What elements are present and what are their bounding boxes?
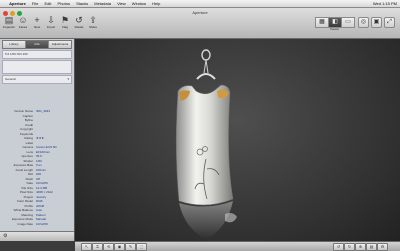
metadata-key: Image Date xyxy=(17,221,33,226)
menu-stacks[interactable]: Stacks xyxy=(76,0,88,7)
metadata-preset-value: General xyxy=(5,77,16,81)
inspector-footer: ⚙ xyxy=(0,231,74,241)
tab-adjustments[interactable]: Adjustments xyxy=(49,41,71,48)
share-icon: ⇪ xyxy=(89,15,97,25)
import-icon: ⇩ xyxy=(47,15,55,25)
plus-icon: + xyxy=(34,15,40,25)
menu-status-area: Wed 1:15 PM xyxy=(369,0,397,7)
fullscreen-button[interactable]: ⤢ xyxy=(384,17,395,28)
toolbar-rotate-button[interactable]: ↺ Rotate xyxy=(72,15,86,29)
hud-icon: ▣ xyxy=(373,19,380,25)
crop-tool-icon: ⌗ xyxy=(96,244,99,249)
clock[interactable]: Wed 1:15 PM xyxy=(373,1,397,6)
window-toolbar: Aperture ▤ Inspector ☺ Faces + New ⇩ Imp… xyxy=(0,8,400,39)
menu-help[interactable]: Help xyxy=(152,0,160,7)
inspector-tabs: Library Info Adjustments xyxy=(2,40,72,49)
toolbar-import-button[interactable]: ⇩ Import xyxy=(44,15,58,29)
tab-library[interactable]: Library xyxy=(3,41,26,48)
chevron-down-icon: ▾ xyxy=(67,77,69,81)
menu-view[interactable]: View xyxy=(117,0,126,7)
viewer-icon: ▭ xyxy=(345,19,351,25)
menu-file[interactable]: File xyxy=(32,0,38,7)
toolbar-import-label: Import xyxy=(46,25,56,29)
loupe-button[interactable]: ◎ xyxy=(358,17,369,28)
menu-metadata[interactable]: Metadata xyxy=(94,0,111,7)
lift-stamp-icon: ⬚ xyxy=(139,244,144,249)
toolbar-faces-button[interactable]: ☺ Faces xyxy=(16,15,30,29)
tab-info[interactable]: Info xyxy=(26,41,49,48)
view-mode-segmented-control: ▦ ◧ ▭ xyxy=(315,17,355,28)
menu-photos[interactable]: Photos xyxy=(58,0,70,7)
metadata-preset-select[interactable]: General ▾ xyxy=(2,75,72,84)
photo-image xyxy=(175,49,237,239)
toolbar-flag-button[interactable]: ⚑ Flag xyxy=(58,15,72,29)
action-menu-icon[interactable]: ⚙ xyxy=(3,233,7,239)
redeye-tool-icon: ◉ xyxy=(117,244,122,249)
fullscreen-icon: ⤢ xyxy=(387,19,392,25)
view-viewer-button[interactable]: ▭ xyxy=(341,17,355,28)
menu-window[interactable]: Window xyxy=(132,0,146,7)
view-browser-button[interactable]: ▦ xyxy=(315,17,329,28)
inbox-icon: ▤ xyxy=(4,15,14,25)
rotate-right-icon: ↻ xyxy=(347,244,352,249)
brush-tool-icon: ✎ xyxy=(128,244,133,249)
view-mode-label: Viewer xyxy=(330,27,340,31)
inspector-panel: Library Info Adjustments 5.6 1/60 ISO 20… xyxy=(0,39,75,241)
loupe-icon: ◎ xyxy=(360,19,367,25)
metadata-row[interactable]: Image Date 10/12/09 xyxy=(3,222,71,227)
arrow-tool-icon: ↖ xyxy=(84,244,89,249)
image-viewer[interactable] xyxy=(75,39,400,241)
toolbar-new-label: New xyxy=(33,25,40,29)
metadata-value[interactable]: 10/12/09 xyxy=(33,222,48,227)
menu-bar: Aperture File Edit Photos Stacks Metadat… xyxy=(0,0,400,8)
flag-icon: ⚑ xyxy=(60,15,70,25)
zoom-icon: ⊕ xyxy=(358,244,363,249)
toolbar-inspector-button[interactable]: ▤ Inspector xyxy=(2,15,16,29)
grid-icon: ▦ xyxy=(319,19,325,25)
settings-icon: ⚙ xyxy=(380,244,385,249)
metadata-list: Version Name IMG_3024 Caption Byline Credit C… xyxy=(3,109,71,226)
toolbar-rotate-label: Rotate xyxy=(74,25,84,29)
rotate-left-icon: ↺ xyxy=(75,15,83,25)
menu-edit[interactable]: Edit xyxy=(45,0,52,7)
toolbar-inspector-label: Inspector xyxy=(2,25,16,29)
camera-info-readout: 5.6 1/60 ISO 200 xyxy=(2,50,72,59)
camera-info-text: 5.6 1/60 ISO 200 xyxy=(5,52,28,56)
toolbar-new-button[interactable]: + New xyxy=(30,15,44,29)
camera-info-panel xyxy=(2,60,72,74)
toolbar-flag-label: Flag xyxy=(62,25,68,29)
metadata-value[interactable]: ★★★ xyxy=(33,136,44,141)
metadata-value[interactable]: IMG_3024 xyxy=(33,109,50,114)
toolbar-share-label: Share xyxy=(88,25,97,29)
hud-button[interactable]: ▣ xyxy=(371,17,382,28)
rotate-left-icon: ↺ xyxy=(336,244,341,249)
pendant-bail xyxy=(201,49,211,61)
straighten-tool-icon: ⟲ xyxy=(106,244,111,249)
toolbar-faces-label: Faces xyxy=(18,25,28,29)
split-view-icon: ◧ xyxy=(332,19,338,25)
toolbar-share-button[interactable]: ⇪ Share xyxy=(86,15,100,29)
menu-app-name[interactable]: Aperture xyxy=(9,0,26,7)
stack-icon: ▤ xyxy=(369,244,374,249)
person-icon: ☺ xyxy=(18,15,28,25)
